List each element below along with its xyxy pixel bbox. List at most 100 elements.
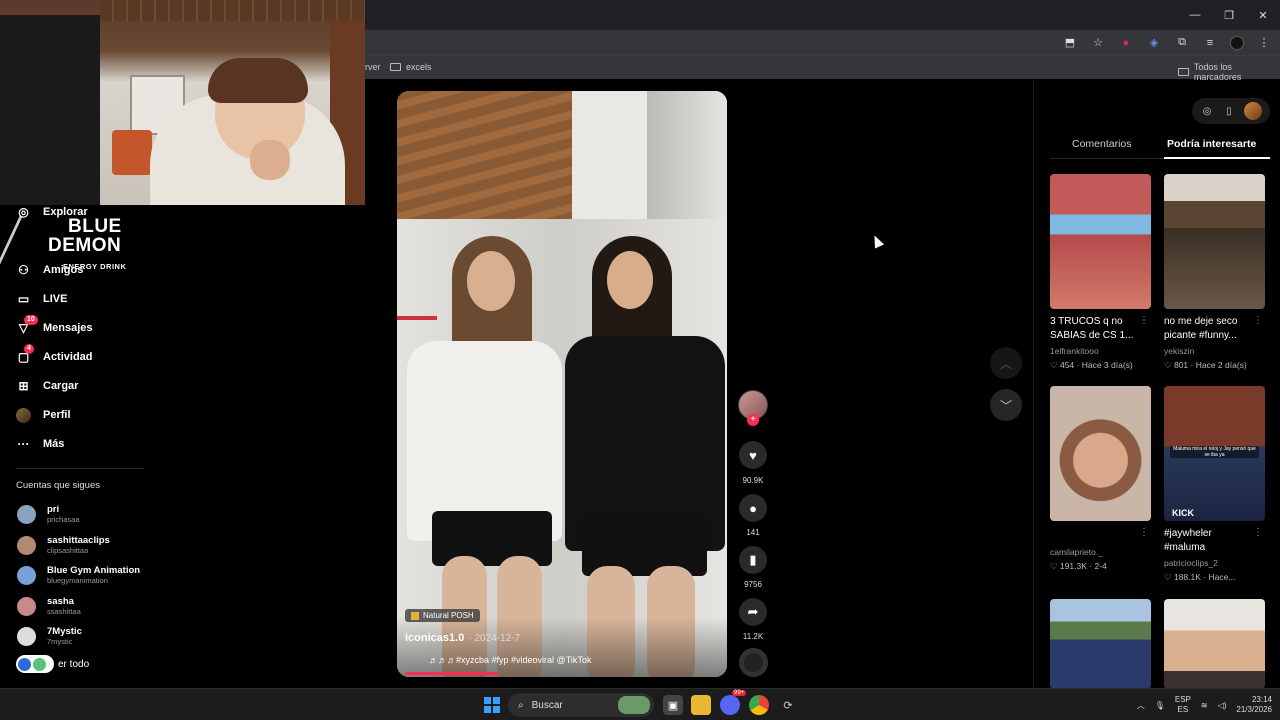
follow-plus-icon[interactable]: + [747,414,759,426]
sidebar-item-perfil[interactable]: Perfil [16,405,71,425]
extension-blue-icon[interactable]: ◈ [1146,35,1162,51]
browser-titlebar: — ❐ ✕ [365,0,1280,30]
sidebar-item-actividad[interactable]: ▢ 4 Actividad [16,343,93,367]
browser-toolbar: ⬒ ☆ ● ◈ ⧉ ≡ ⋮ [365,30,1280,55]
save-button[interactable]: ▮ [739,546,767,574]
heart-icon: ♥ [749,447,757,463]
divider [16,468,144,469]
discord-icon[interactable]: 99+ [720,690,747,715]
recommended-video-card[interactable]: 3 TRUCOS q no SABIAS de CS 1... 1elfrank… [1050,174,1151,371]
side-panel: ◎ ▯ Comentarios Podría interesarte 3 TRU… [1033,80,1280,690]
following-section-title: Cuentas que sigues [16,480,100,491]
recommended-video-card[interactable]: camilaprieto._ ♡ 191.3K · 2-4 ⋮ [1050,386,1151,572]
folder-icon [390,63,401,71]
activity-icon: ▢ 4 [16,343,34,365]
live-icon: ▭ [17,292,30,306]
video-progress-bar[interactable] [405,672,499,675]
bookmark-folder-excels[interactable]: excels [390,62,432,72]
compass-icon[interactable]: ◎ [1200,104,1214,118]
tab-comentarios[interactable]: Comentarios [1072,138,1132,150]
following-account[interactable]: pri prichasaa [17,504,80,524]
share-button[interactable]: ➦ [739,598,767,626]
sponsor-logo: BLUE DEMON ENERGY DRINK [0,212,138,274]
sidebar-item-live[interactable]: ▭ LIVE [16,289,68,309]
task-view-icon[interactable]: ▣ [663,695,683,715]
following-account[interactable]: Blue Gym Animation bluegymanimation [17,565,140,585]
chrome-icon[interactable] [749,695,769,715]
following-account[interactable]: sashittaaclips clipsashittaa [17,535,110,555]
following-account[interactable]: 7Mystic 7mystic [17,626,82,646]
minimize-icon[interactable]: — [1178,0,1212,30]
chrome-profile-avatar[interactable] [1230,35,1244,50]
language-indicator[interactable]: ESP ES [1175,695,1191,715]
extension-red-icon[interactable]: ● [1118,35,1134,51]
more-options-icon[interactable]: ⋮ [1253,315,1263,326]
next-video-button[interactable]: ﹀ [990,389,1022,421]
effect-tag[interactable]: Natural POSH [405,609,480,622]
tab-podria-interesarte[interactable]: Podría interesarte [1167,138,1256,150]
reading-list-icon[interactable]: ≡ [1202,35,1218,51]
panel-tabs: Comentarios Podría interesarte [1050,135,1272,159]
video-player[interactable]: Natural POSH iconicas1.0 · 2024-12-7 ♬♬♬#… [397,91,727,677]
notification-badge: 10 [24,314,38,325]
bookmark-all-bookmarks[interactable]: Todos los marcadores [1178,62,1280,82]
install-app-icon[interactable]: ⬒ [1062,35,1078,51]
save-count: 9756 [744,580,762,589]
mouse-cursor-icon [869,233,885,249]
restore-icon[interactable]: ❐ [1212,0,1246,30]
previous-video-button[interactable]: ︿ [990,347,1022,379]
system-tray: ︿ 🎙 ESP ES ≋ ◁) 23:14 21/3/2026 [1137,689,1280,720]
chevron-up-icon[interactable]: ︿ [1137,700,1145,711]
menu-kebab-icon[interactable]: ⋮ [1256,35,1272,51]
notification-badge: 4 [24,343,34,354]
file-explorer-icon[interactable] [691,695,711,715]
sidebar-item-mensajes[interactable]: ▽ 10 Mensajes [16,314,93,338]
windows-start-icon[interactable] [484,697,500,713]
recommended-video-card[interactable]: Maluma mira el reloj y Jay pensó que se … [1164,386,1265,583]
search-icon: ⌕ [518,699,524,711]
user-avatar[interactable] [1244,102,1262,120]
webcam-overlay [0,0,365,205]
music-disc-icon[interactable] [739,648,768,677]
sidebar-item-cargar[interactable]: ⊞ Cargar [16,376,78,396]
bookmark-item[interactable]: rver [365,62,381,72]
extensions-puzzle-icon[interactable]: ⧉ [1174,35,1190,51]
recommended-video-card[interactable] [1050,599,1151,689]
upload-icon: ⊞ [18,379,29,393]
comment-count: 141 [746,528,760,537]
taskbar-search[interactable]: ⌕ Buscar [508,693,654,717]
more-options-icon[interactable]: ⋮ [1139,527,1149,538]
share-count: 11.2K [742,632,764,641]
recommended-video-card[interactable] [1164,599,1265,689]
video-author[interactable]: iconicas1.0 · 2024-12-7 [405,632,520,644]
avatar [17,596,36,616]
close-icon[interactable]: ✕ [1246,0,1280,30]
sidebar-item-mas[interactable]: ··· Más [16,434,65,454]
microphone-icon[interactable]: 🎙 [1155,701,1165,710]
more-options-icon[interactable]: ⋮ [1253,527,1263,538]
like-button[interactable]: ♥ [739,441,767,469]
avatar [17,535,36,555]
chevron-down-icon: ﹀ [999,398,1012,413]
avatar [17,504,36,524]
wifi-icon[interactable]: ≋ [1201,701,1208,710]
video-thumbnail [1050,599,1151,689]
like-count: 90.9K [742,476,764,485]
clock[interactable]: 23:14 21/3/2026 [1236,695,1272,715]
app-icon[interactable]: ⟳ [778,695,798,715]
share-arrow-icon: ➦ [747,604,759,619]
following-account[interactable]: sasha ssashittaa [17,596,81,616]
avatar [17,626,36,646]
phone-icon[interactable]: ▯ [1222,104,1236,118]
windows-taskbar: ⌕ Buscar ▣ 99+ ⟳ ︿ 🎙 ESP ES ≋ ◁) 23:14 21/… [0,688,1280,720]
video-thumbnail [1164,599,1265,689]
more-options-icon[interactable]: ⋮ [1139,315,1149,326]
bookmark-star-icon[interactable]: ☆ [1090,35,1106,51]
profile-icon [16,407,31,423]
bookmarks-bar: rver excels Todos los marcadores [365,55,1280,82]
video-caption[interactable]: ♬♬♬#xyzcba #fyp #videoviral @TikTok [429,655,591,665]
see-all-link[interactable]: er todo [16,655,89,673]
volume-icon[interactable]: ◁) [1218,701,1227,710]
comment-button[interactable]: ● [739,494,767,522]
recommended-video-card[interactable]: no me deje seco picante #funny... yekisz… [1164,174,1265,371]
